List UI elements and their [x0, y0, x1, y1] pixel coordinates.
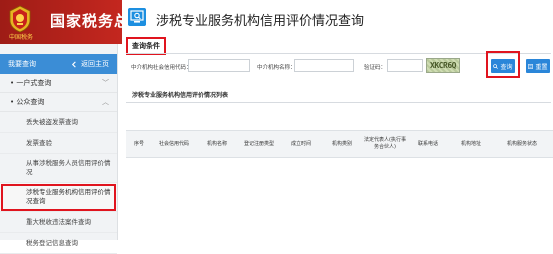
reset-button-label: 重置 [535, 63, 548, 71]
emblem-caption: 中国税务 [8, 34, 33, 41]
reset-button[interactable]: 重置 [526, 59, 550, 73]
search-page-icon [128, 8, 146, 26]
sidebar: 我要查询 返回主页 • 一户式查询 ﹀ • 公众查询 ︿ 丢失被盗发票查询 发票… [0, 44, 118, 254]
query-button[interactable]: 查询 [491, 59, 515, 73]
sidebar-item-violation-cases[interactable]: 重大税收违法案件查询 [0, 212, 117, 233]
column-header: 登记注册类型 [243, 140, 274, 147]
sidebar-item-invoice-check[interactable]: 发票查验 [0, 133, 117, 154]
sidebar-item-registration-info[interactable]: 税务登记信息查询 [0, 233, 117, 254]
menu-group-account-query[interactable]: • 一户式查询 ﹀ [0, 74, 117, 93]
menu-group-label: • 公众查询 [10, 98, 45, 106]
query-conditions-heading: 查询条件 [126, 37, 166, 55]
back-label: 返回主页 [81, 60, 109, 68]
credit-code-label: 中介机构社会信用代码： [131, 65, 192, 71]
column-header: 机构名称 [206, 140, 227, 147]
captcha-input[interactable] [387, 59, 423, 72]
org-name-input[interactable] [294, 59, 354, 72]
column-header: 机构服务状态 [506, 140, 537, 147]
site-banner: 中国税务 国家税务总 [0, 0, 129, 44]
tax-emblem-icon [9, 5, 31, 33]
back-to-home-link[interactable]: 返回主页 [71, 59, 109, 69]
chevron-up-icon: ︿ [102, 98, 109, 106]
sidebar-item-tax-staff-credit[interactable]: 从事涉税服务人员信用评价情况 [0, 154, 117, 183]
main-panel: 涉税专业服务机构信用评价情况查询 查询条件 中介机构社会信用代码： 中介机构名称… [122, 0, 553, 240]
chevron-down-icon: ﹀ [102, 79, 109, 87]
sidebar-title: 我要查询 [8, 60, 36, 68]
query-button-label: 查询 [500, 63, 513, 71]
column-header: 序号 [133, 140, 144, 147]
column-header: 成立时间 [290, 140, 311, 147]
back-arrow-icon [71, 60, 76, 68]
bullet-icon: • [10, 79, 15, 87]
captcha-image[interactable]: XKCR6Q [426, 58, 460, 73]
list-icon [528, 63, 534, 69]
credit-code-input[interactable] [188, 59, 250, 72]
result-list-title: 涉税专业服务机构信用评价情况列表 [132, 92, 229, 99]
search-icon [493, 63, 499, 69]
column-header: 法定代表人(执行事务合伙人) [364, 137, 406, 150]
column-header: 社会信用代码 [158, 140, 189, 147]
column-header: 机构类别 [331, 140, 352, 147]
column-header: 联系电话 [417, 140, 438, 147]
page-title: 涉税专业服务机构信用评价情况查询 [156, 14, 365, 29]
bullet-icon: • [10, 98, 15, 106]
sidebar-header: 我要查询 返回主页 [0, 54, 117, 74]
org-name-label: 中介机构名称： [257, 65, 296, 71]
sidebar-item-lost-invoice[interactable]: 丢失被盗发票查询 [0, 112, 117, 133]
menu-group-label: • 一户式查询 [10, 79, 52, 87]
captcha-label: 验证码： [364, 65, 387, 71]
result-table-header: 序号 社会信用代码 机构名称 登记注册类型 成立时间 机构类别 法定代表人(执行… [126, 130, 553, 158]
menu-group-public-query[interactable]: • 公众查询 ︿ [0, 93, 117, 112]
site-name: 国家税务总 [50, 12, 131, 30]
title-bar: 涉税专业服务机构信用评价情况查询 [122, 0, 553, 36]
divider [126, 102, 551, 103]
sidebar-item-agency-credit[interactable]: 涉税专业服务机构信用评价情况查询 [0, 183, 117, 212]
column-header: 机构地址 [460, 140, 481, 147]
